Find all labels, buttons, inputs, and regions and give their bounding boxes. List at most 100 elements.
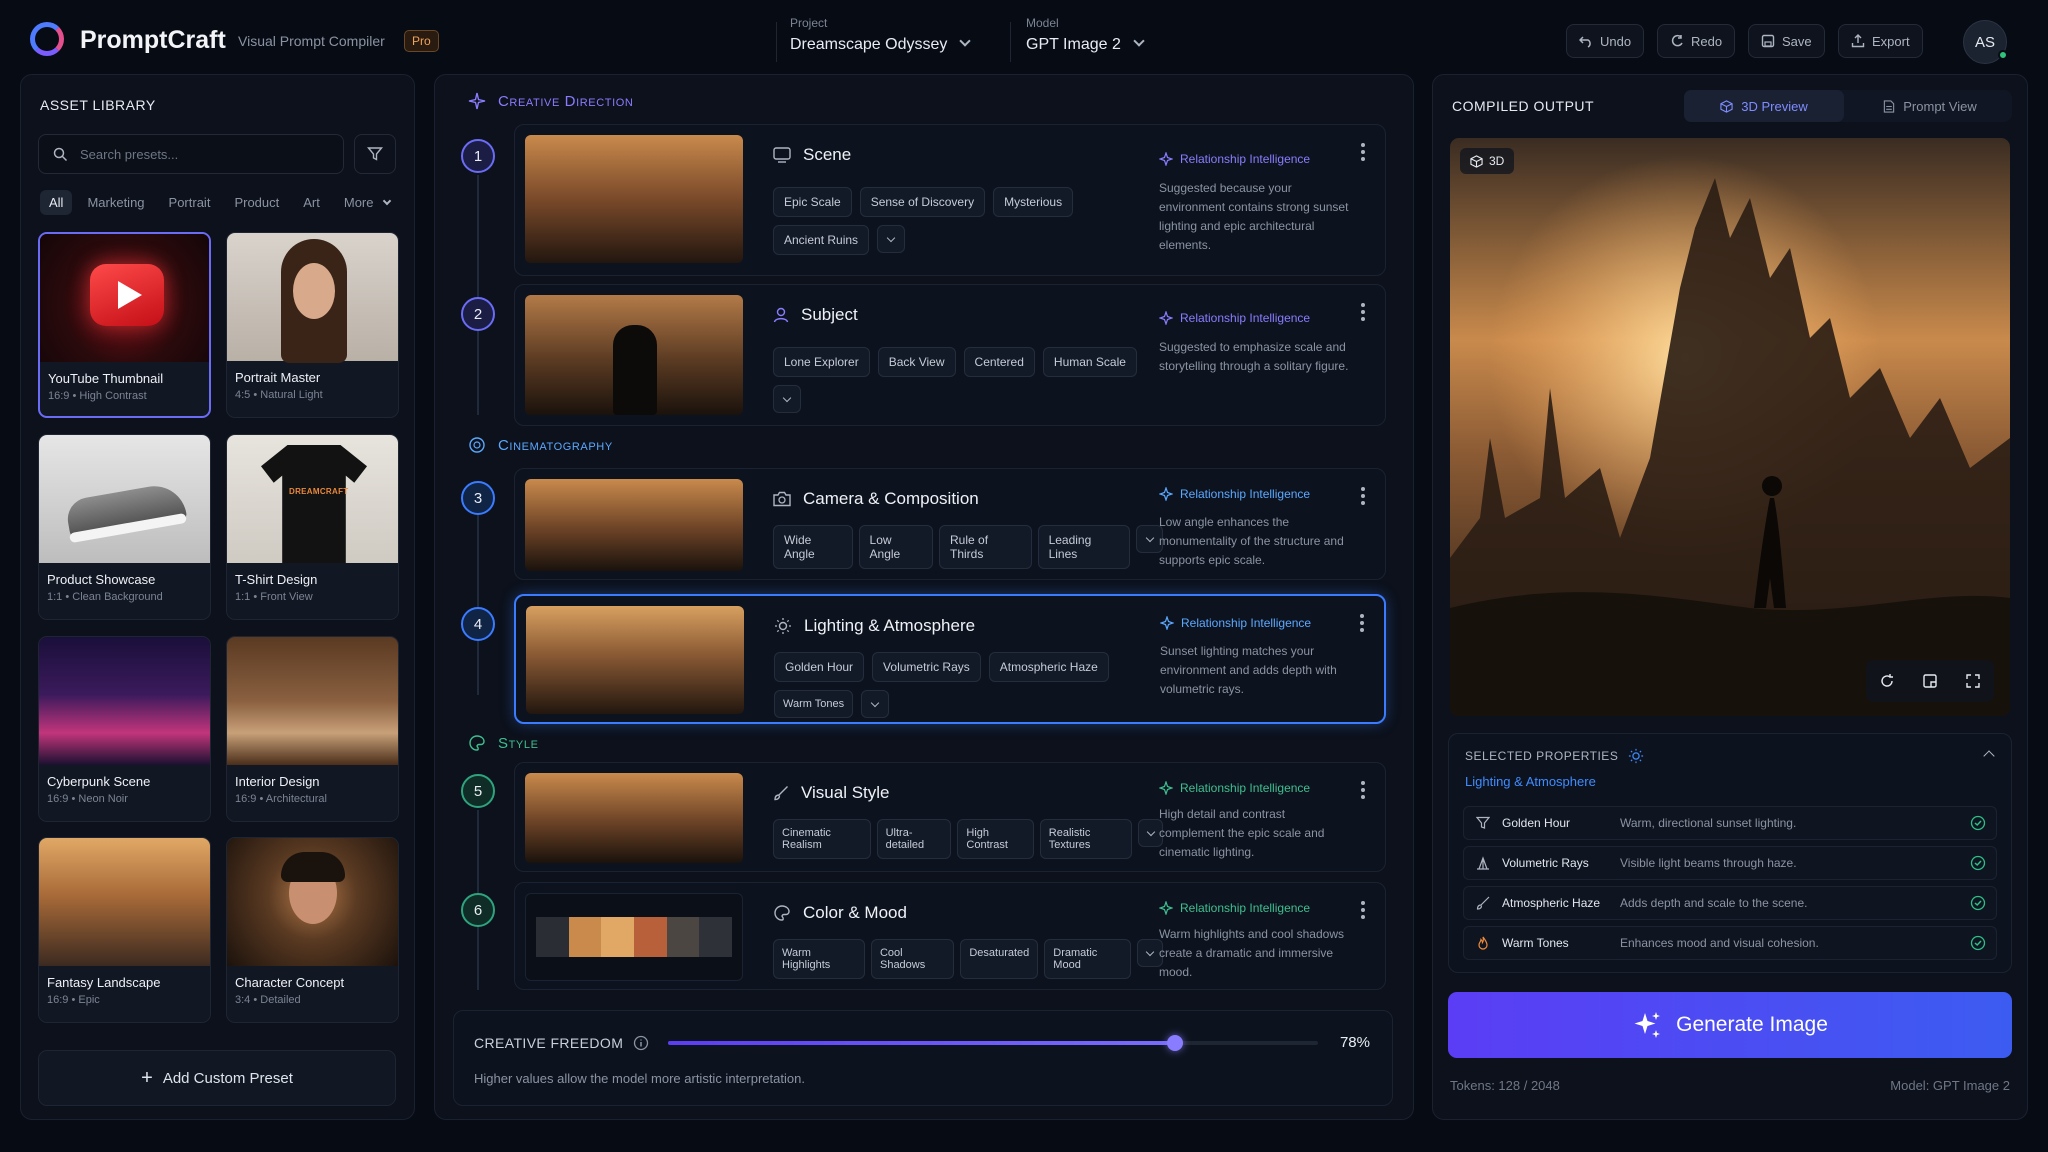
- preset-card-meta: 16:9 • High Contrast: [48, 390, 147, 402]
- preset-card-interior[interactable]: Interior Design 16:9 • Architectural: [226, 636, 399, 822]
- tag[interactable]: Volumetric Rays: [872, 652, 981, 682]
- property-row[interactable]: Golden Hour Warm, directional sunset lig…: [1463, 806, 1997, 840]
- expand-tags-button[interactable]: [861, 690, 890, 718]
- tag[interactable]: Warm Highlights: [773, 939, 865, 979]
- tag[interactable]: Mysterious: [993, 187, 1074, 217]
- info-icon[interactable]: [633, 1035, 649, 1051]
- tab-prompt-view[interactable]: Prompt View: [1848, 90, 2012, 122]
- preset-card-title: Product Showcase: [47, 572, 156, 587]
- redo-button[interactable]: Redo: [1657, 24, 1736, 58]
- expand-tags-button[interactable]: [773, 385, 801, 413]
- step-number: 5: [461, 774, 495, 808]
- preset-card-cyberpunk[interactable]: Cyberpunk Scene 16:9 • Neon Noir: [38, 636, 211, 822]
- property-row[interactable]: Volumetric Rays Visible light beams thro…: [1463, 846, 1997, 880]
- add-custom-preset-button[interactable]: + Add Custom Preset: [38, 1050, 396, 1106]
- preset-card-portrait[interactable]: Portrait Master 4:5 • Natural Light: [226, 232, 399, 418]
- tag[interactable]: Lone Explorer: [773, 347, 870, 377]
- more-options-icon[interactable]: [1361, 781, 1365, 799]
- preset-card-youtube[interactable]: YouTube Thumbnail 16:9 • High Contrast: [38, 232, 211, 418]
- step-title-text: Color & Mood: [803, 903, 907, 922]
- tag[interactable]: Dramatic Mood: [1044, 939, 1132, 979]
- more-options-icon[interactable]: [1361, 143, 1365, 161]
- expand-tags-button[interactable]: [877, 225, 906, 253]
- more-options-icon[interactable]: [1361, 487, 1365, 505]
- chevron-down-icon: [959, 35, 972, 47]
- tag[interactable]: Human Scale: [1042, 347, 1137, 377]
- filter-all[interactable]: All: [40, 190, 73, 215]
- tag[interactable]: Ultra-detailed: [876, 819, 952, 859]
- undo-button[interactable]: Undo: [1566, 24, 1645, 58]
- tag[interactable]: Warm Tones: [774, 690, 854, 718]
- project-select[interactable]: Project Dreamscape Odyssey: [790, 16, 972, 54]
- tag[interactable]: Low Angle: [858, 525, 933, 569]
- tag[interactable]: Realistic Textures: [1039, 819, 1133, 859]
- property-row[interactable]: Warm Tones Enhances mood and visual cohe…: [1463, 926, 1997, 960]
- model-select[interactable]: Model GPT Image 2: [1026, 16, 1145, 54]
- preset-card-meta: 1:1 • Front View: [235, 591, 313, 603]
- preset-card-fantasy[interactable]: Fantasy Landscape 16:9 • Epic: [38, 837, 211, 1023]
- tag[interactable]: Sense of Discovery: [859, 187, 986, 217]
- tag[interactable]: Ancient Ruins: [773, 225, 870, 255]
- step-card-lighting[interactable]: Lighting & Atmosphere Golden Hour Volume…: [514, 594, 1386, 724]
- slider-thumb[interactable]: [1167, 1035, 1183, 1051]
- tab-3d-preview[interactable]: 3D Preview: [1684, 90, 1844, 122]
- tag[interactable]: Wide Angle: [773, 525, 853, 569]
- tag[interactable]: Back View: [877, 347, 956, 377]
- preview-controls: [1866, 660, 1994, 702]
- property-row[interactable]: Atmospheric Haze Adds depth and scale to…: [1463, 886, 1997, 920]
- more-options-icon[interactable]: [1361, 303, 1365, 321]
- tag[interactable]: Cool Shadows: [870, 939, 955, 979]
- step-card-visual-style[interactable]: Visual Style Cinematic Realism Ultra-det…: [514, 762, 1386, 872]
- step-card-subject[interactable]: Subject Lone Explorer Back View Centered…: [514, 284, 1386, 426]
- search-box[interactable]: [38, 134, 344, 174]
- check-circle-icon: [1970, 815, 1986, 831]
- more-options-icon[interactable]: [1360, 614, 1364, 632]
- filter-art[interactable]: Art: [294, 190, 329, 215]
- token-count: Tokens: 128 / 2048: [1450, 1078, 1560, 1093]
- frame-icon[interactable]: [1922, 673, 1938, 689]
- step-number: 1: [461, 139, 495, 173]
- tag[interactable]: Cinematic Realism: [773, 819, 871, 859]
- step-card-color-mood[interactable]: Color & Mood Warm Highlights Cool Shadow…: [514, 882, 1386, 990]
- preset-card-product[interactable]: Product Showcase 1:1 • Clean Background: [38, 434, 211, 620]
- rotate-icon[interactable]: [1879, 673, 1895, 689]
- tab-label: Prompt View: [1903, 98, 1977, 114]
- tag[interactable]: Epic Scale: [773, 187, 852, 217]
- filter-product[interactable]: Product: [225, 190, 288, 215]
- save-button[interactable]: Save: [1748, 24, 1825, 58]
- search-input[interactable]: [80, 146, 320, 162]
- add-preset-label: Add Custom Preset: [162, 1069, 293, 1087]
- generate-image-button[interactable]: Generate Image: [1448, 992, 2012, 1058]
- chevron-down-icon: [1145, 533, 1154, 542]
- export-button[interactable]: Export: [1838, 24, 1923, 58]
- image-preview[interactable]: 3D: [1450, 138, 2010, 716]
- freedom-slider[interactable]: [668, 1035, 1318, 1051]
- filter-button[interactable]: [354, 134, 396, 174]
- fullscreen-icon[interactable]: [1965, 673, 1981, 689]
- tag[interactable]: Atmospheric Haze: [988, 652, 1109, 682]
- filter-more[interactable]: More: [335, 190, 399, 215]
- selected-properties-title: SELECTED PROPERTIES: [1465, 749, 1619, 763]
- tag[interactable]: Centered: [963, 347, 1035, 377]
- timeline-line: [477, 175, 479, 415]
- divider: [1010, 22, 1011, 62]
- tag[interactable]: Leading Lines: [1037, 525, 1131, 569]
- preset-card-title: Interior Design: [235, 774, 320, 789]
- step-card-camera[interactable]: Camera & Composition Wide Angle Low Angl…: [514, 468, 1386, 580]
- filter-portrait[interactable]: Portrait: [160, 190, 220, 215]
- step-card-scene[interactable]: Scene Epic Scale Sense of Discovery Myst…: [514, 124, 1386, 276]
- preset-thumbnail: [40, 234, 209, 362]
- 3d-badge: 3D: [1460, 148, 1515, 174]
- tag[interactable]: High Contrast: [957, 819, 1034, 859]
- collapse-chevron-icon[interactable]: [1983, 750, 1995, 762]
- preset-card-tshirt[interactable]: DREAMCRAFT T-Shirt Design 1:1 • Front Vi…: [226, 434, 399, 620]
- more-options-icon[interactable]: [1361, 901, 1365, 919]
- preset-card-character[interactable]: Character Concept 3:4 • Detailed: [226, 837, 399, 1023]
- tag[interactable]: Rule of Thirds: [939, 525, 1032, 569]
- filter-marketing[interactable]: Marketing: [78, 190, 153, 215]
- tag[interactable]: Desaturated: [960, 939, 1039, 979]
- preset-card-meta: 16:9 • Neon Noir: [47, 793, 128, 805]
- generate-label: Generate Image: [1676, 1013, 1828, 1036]
- selected-group-link[interactable]: Lighting & Atmosphere: [1465, 774, 1596, 789]
- tag[interactable]: Golden Hour: [774, 652, 865, 682]
